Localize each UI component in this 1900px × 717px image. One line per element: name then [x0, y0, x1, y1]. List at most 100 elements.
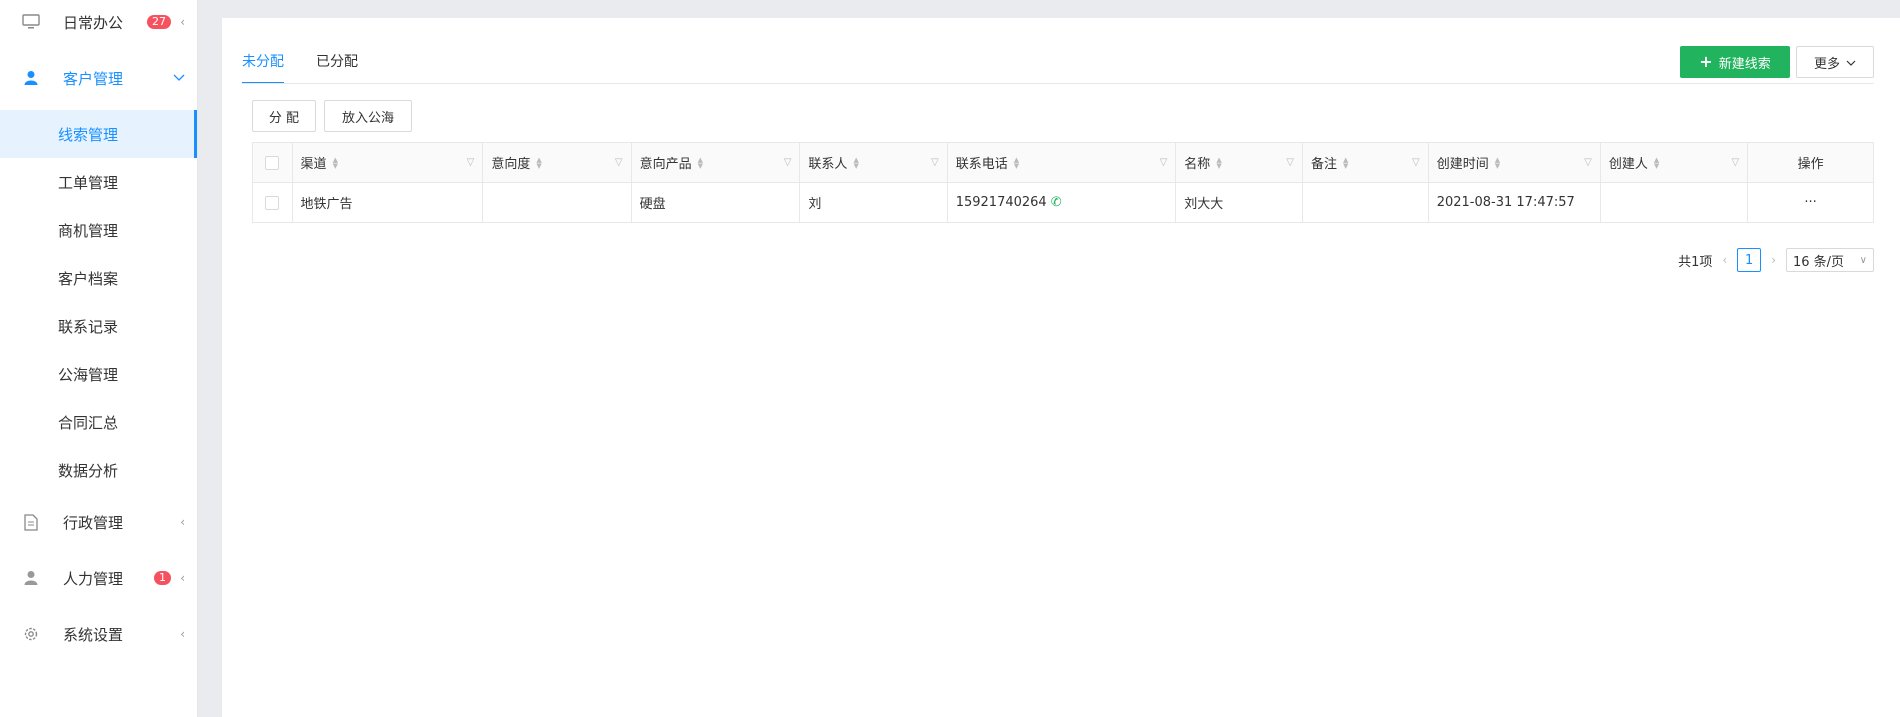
column-header-remark[interactable]: 备注 ▲ ▼ ▽ [1302, 142, 1429, 183]
prev-page-icon[interactable]: ‹ [1722, 253, 1727, 267]
sort-icon[interactable]: ▲ ▼ [1216, 156, 1221, 169]
pagination: 共1项 ‹ 1 › 16 条/页 ∨ [1678, 248, 1874, 272]
chevron-down-icon [173, 71, 185, 85]
notification-badge: 1 [154, 571, 171, 585]
column-header-phone[interactable]: 联系电话 ▲ ▼ ▽ [947, 142, 1177, 183]
cell-remark [1302, 182, 1429, 223]
filter-icon[interactable]: ▽ [1286, 157, 1294, 168]
column-label: 创建时间 [1436, 157, 1489, 172]
move-to-public-pool-button[interactable]: 放入公海 [324, 100, 412, 132]
sidebar-item-contact-records[interactable]: 联系记录 [0, 302, 197, 350]
nav-group-daily-office[interactable]: 日常办公 27 ‹ [0, 0, 197, 50]
nav-group-label: 系统设置 [63, 625, 124, 644]
chevron-left-icon: ‹ [180, 627, 185, 641]
sidebar-item-customer-files[interactable]: 客户档案 [0, 254, 197, 302]
filter-icon[interactable]: ▽ [467, 157, 475, 168]
row-actions-menu[interactable]: ··· [1747, 182, 1874, 223]
sidebar-item-data-analysis[interactable]: 数据分析 [0, 446, 197, 494]
document-icon [22, 513, 40, 531]
column-header-channel[interactable]: 渠道 ▲ ▼ ▽ [292, 142, 484, 183]
column-label: 意向产品 [639, 157, 692, 172]
monitor-icon [22, 13, 40, 31]
phone-icon[interactable]: ✆ [1051, 195, 1062, 210]
filter-icon[interactable]: ▽ [784, 157, 792, 168]
column-label: 创建人 [1608, 157, 1648, 172]
filter-icon[interactable]: ▽ [931, 157, 939, 168]
sort-icon[interactable]: ▲ ▼ [1014, 156, 1019, 169]
nav-group-hr[interactable]: 人力管理 1 ‹ [0, 550, 197, 606]
page-number-current[interactable]: 1 [1737, 248, 1762, 272]
tab-assigned[interactable]: 已分配 [316, 40, 358, 84]
new-lead-label: 新建线索 [1718, 56, 1771, 72]
chevron-down-icon [1846, 55, 1856, 70]
column-label: 渠道 [300, 157, 327, 172]
nav-group-label: 行政管理 [63, 513, 124, 532]
nav-group-administration[interactable]: 行政管理 ‹ [0, 494, 197, 550]
filter-icon[interactable]: ▽ [1731, 157, 1739, 168]
tabs-divider [242, 83, 1874, 84]
filter-icon[interactable]: ▽ [1584, 157, 1592, 168]
more-dropdown-button[interactable]: 更多 [1796, 46, 1874, 78]
phone-number: 15921740264 [955, 195, 1047, 210]
sidebar-item-opportunities[interactable]: 商机管理 [0, 206, 197, 254]
assign-button[interactable]: 分 配 [252, 100, 316, 132]
filter-icon[interactable]: ▽ [1412, 157, 1420, 168]
next-page-icon[interactable]: › [1771, 253, 1776, 267]
nav-group-label: 日常办公 [63, 13, 124, 32]
tab-unassigned[interactable]: 未分配 [242, 40, 284, 84]
row-checkbox[interactable] [265, 195, 280, 210]
chevron-left-icon: ‹ [180, 15, 185, 29]
column-header-created-at[interactable]: 创建时间 ▲ ▼ ▽ [1428, 142, 1601, 183]
column-header-actions: 操作 [1747, 142, 1874, 183]
sidebar-item-public-pool[interactable]: 公海管理 [0, 350, 197, 398]
nav-group-label: 人力管理 [63, 569, 124, 588]
page-size-select[interactable]: 16 条/页 ∨ [1786, 248, 1874, 272]
column-header-name[interactable]: 名称 ▲ ▼ ▽ [1175, 142, 1303, 183]
column-header-creator[interactable]: 创建人 ▲ ▼ ▽ [1600, 142, 1749, 183]
leads-table: 渠道 ▲ ▼ ▽ 意向度 ▲ ▼ ▽ 意向产品 ▲ ▼ ▽ 联系人 ▲ ▼ ▽ 联系电话 ▲ ▼ ▽ 名称 ▲ ▼… [252, 142, 1874, 223]
notification-badge: 27 [147, 15, 171, 29]
filter-icon[interactable]: ▽ [615, 157, 623, 168]
column-label: 意向度 [491, 157, 531, 172]
column-label: 联系人 [808, 157, 848, 172]
sort-icon[interactable]: ▲ ▼ [333, 156, 338, 169]
column-label: 操作 [1797, 157, 1824, 172]
main-panel: 未分配 已分配 + 新建线索 更多 分 配 放入公海 渠道 ▲ ▼ ▽ 意向度 ▲ ▼ ▽ [222, 18, 1900, 717]
chevron-left-icon: ‹ [180, 515, 185, 529]
select-all-checkbox[interactable] [265, 155, 280, 170]
sidebar-item-work-orders[interactable]: 工单管理 [0, 158, 197, 206]
pagination-total: 共1项 [1678, 254, 1713, 270]
sort-icon[interactable]: ▲ ▼ [1495, 156, 1500, 169]
chevron-down-icon: ∨ [1859, 254, 1867, 266]
sidebar-item-contracts[interactable]: 合同汇总 [0, 398, 197, 446]
person-icon [22, 569, 40, 587]
column-header-intent[interactable]: 意向度 ▲ ▼ ▽ [482, 142, 632, 183]
new-lead-button[interactable]: + 新建线索 [1680, 46, 1790, 78]
nav-group-system-settings[interactable]: 系统设置 ‹ [0, 606, 197, 662]
chevron-left-icon: ‹ [180, 571, 185, 585]
row-select-cell [252, 182, 293, 223]
sort-icon[interactable]: ▲ ▼ [536, 156, 541, 169]
column-label: 联系电话 [955, 157, 1008, 172]
sort-icon[interactable]: ▲ ▼ [1654, 156, 1659, 169]
cell-created-at: 2021-08-31 17:47:57 [1428, 182, 1601, 223]
column-header-contact[interactable]: 联系人 ▲ ▼ ▽ [799, 142, 948, 183]
sort-icon[interactable]: ▲ ▼ [698, 156, 703, 169]
cell-phone: 15921740264 ✆ [947, 182, 1177, 223]
nav-group-customer-management[interactable]: 客户管理 [0, 50, 197, 106]
more-label: 更多 [1813, 56, 1840, 72]
table-header-row: 渠道 ▲ ▼ ▽ 意向度 ▲ ▼ ▽ 意向产品 ▲ ▼ ▽ 联系人 ▲ ▼ ▽ 联系电话 ▲ ▼ ▽ 名称 ▲ ▼… [252, 142, 1874, 183]
filter-icon[interactable]: ▽ [1160, 157, 1168, 168]
sort-icon[interactable]: ▲ ▼ [1343, 156, 1348, 169]
tab-bar: 未分配 已分配 [242, 40, 390, 84]
cell-product: 硬盘 [631, 182, 801, 223]
column-label: 名称 [1184, 157, 1211, 172]
column-header-product[interactable]: 意向产品 ▲ ▼ ▽ [631, 142, 801, 183]
user-icon [22, 69, 40, 87]
cell-name: 刘大大 [1175, 182, 1303, 223]
sort-icon[interactable]: ▲ ▼ [853, 156, 858, 169]
table-row[interactable]: 地铁广告 硬盘 刘 15921740264 ✆ 刘大大 2021-08-31 17… [252, 182, 1874, 223]
plus-icon: + [1699, 52, 1713, 71]
sidebar-item-leads[interactable]: 线索管理 [0, 110, 197, 158]
page-size-value: 16 条/页 [1793, 254, 1845, 270]
